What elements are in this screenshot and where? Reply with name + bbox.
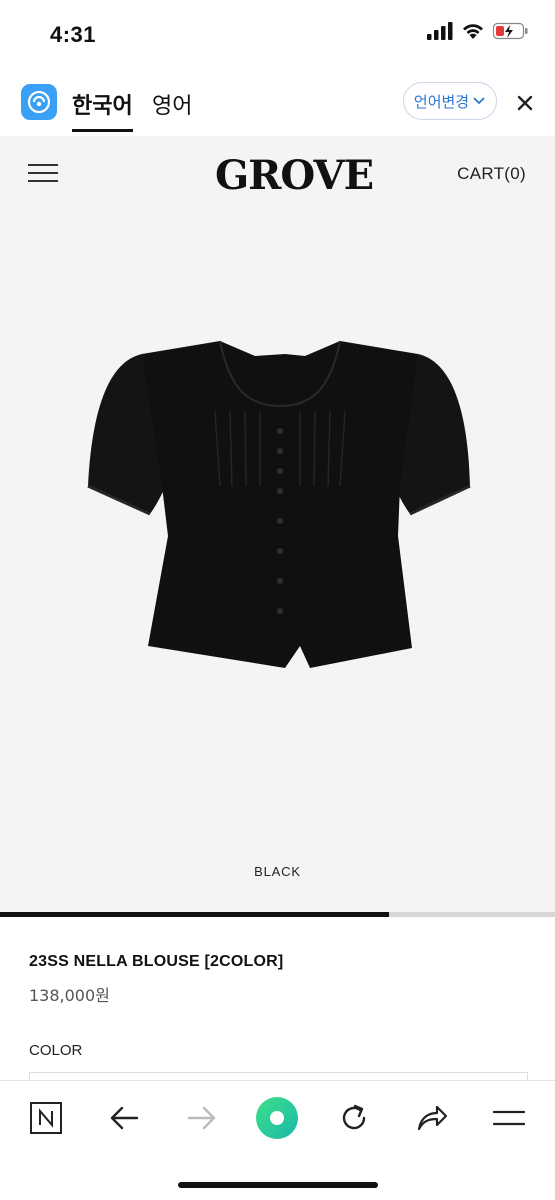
status-icons — [427, 22, 529, 40]
papago-icon[interactable] — [21, 84, 57, 120]
tab-english[interactable]: 영어 — [152, 88, 192, 120]
naver-n-icon[interactable] — [24, 1096, 68, 1140]
product-image[interactable] — [80, 336, 480, 676]
image-caption: BLACK — [254, 864, 301, 879]
status-bar: 4:31 — [0, 0, 555, 70]
battery-icon — [493, 22, 528, 40]
color-option-label: COLOR — [29, 1042, 83, 1059]
chevron-down-icon — [473, 97, 485, 105]
change-language-button[interactable]: 언어변경 — [403, 82, 497, 120]
wifi-icon — [463, 24, 483, 39]
translate-bar: 한국어 영어 언어변경 — [0, 70, 555, 136]
status-time: 4:31 — [50, 22, 97, 47]
hamburger-menu-icon[interactable] — [28, 164, 58, 184]
gallery-progress-fill — [0, 912, 389, 917]
product-page: GROVE CART(0) BLACK — [0, 136, 555, 912]
signal-icon — [427, 22, 453, 40]
menu-icon[interactable] — [487, 1096, 531, 1140]
product-name: 23SS NELLA BLOUSE [2COLOR] — [29, 953, 284, 970]
tab-korean[interactable]: 한국어 — [72, 88, 133, 132]
green-dot-icon[interactable] — [255, 1096, 299, 1140]
home-indicator[interactable] — [178, 1182, 378, 1188]
product-price: 138,000원 — [29, 986, 110, 1005]
refresh-icon[interactable] — [332, 1096, 376, 1140]
forward-arrow-icon[interactable] — [180, 1096, 224, 1140]
brand-logo[interactable]: GROVE — [215, 152, 374, 199]
back-arrow-icon[interactable] — [102, 1096, 146, 1140]
close-icon[interactable] — [512, 90, 538, 116]
change-language-label: 언어변경 — [413, 92, 470, 111]
cart-link[interactable]: CART(0) — [457, 164, 526, 184]
gallery-progress-bar — [0, 912, 555, 917]
share-icon[interactable] — [410, 1096, 454, 1140]
